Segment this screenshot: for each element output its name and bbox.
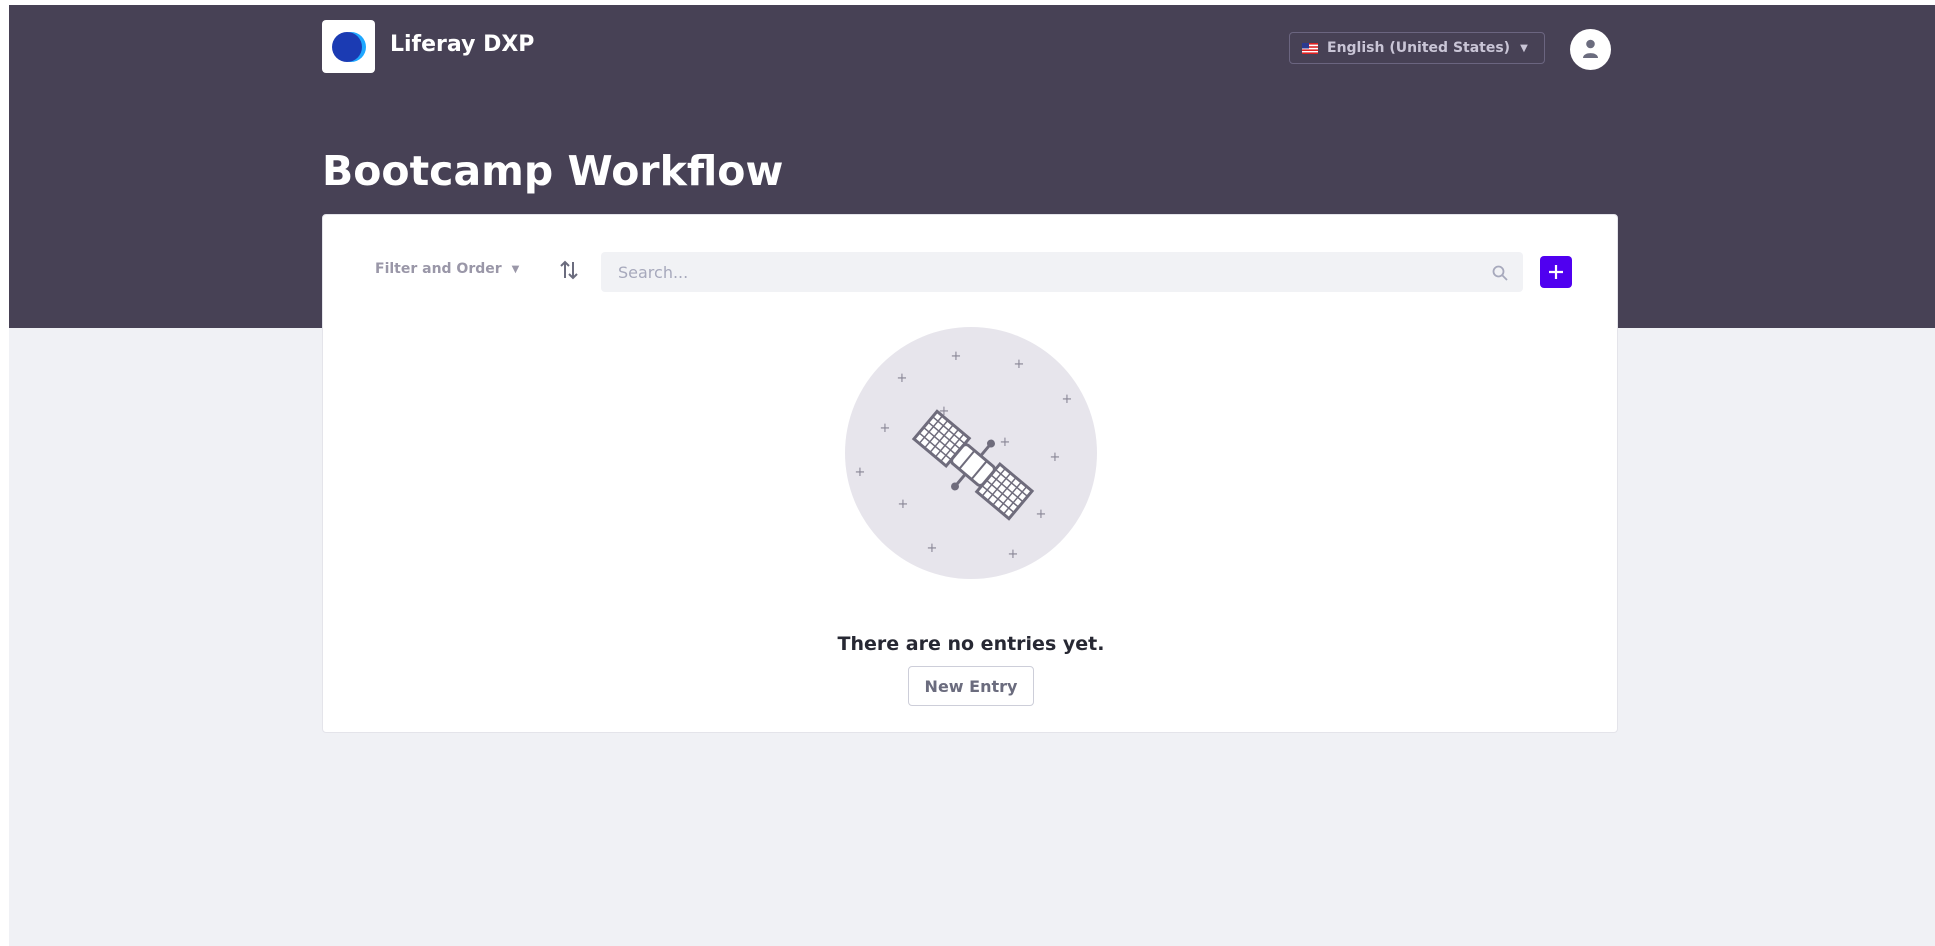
plus-icon [1549,265,1563,279]
language-label: English (United States) [1327,40,1511,56]
svg-text:+: + [1036,507,1047,522]
svg-text:+: + [927,541,938,556]
svg-text:+: + [897,371,908,386]
caret-down-icon: ▼ [1520,42,1528,54]
empty-state-message: There are no entries yet. [837,633,1105,655]
svg-text:+: + [951,349,962,364]
svg-text:+: + [1062,392,1073,407]
liferay-logo-icon [332,32,366,62]
new-entry-button[interactable]: New Entry [908,666,1034,706]
caret-down-icon: ▼ [511,263,520,275]
site-logo[interactable] [322,20,375,73]
page-title: Bootcamp Workflow [322,147,784,195]
language-selector[interactable]: English (United States) ▼ [1289,32,1545,64]
user-icon [1583,39,1598,58]
svg-text:+: + [1008,547,1019,562]
site-title[interactable]: Liferay DXP [390,32,534,57]
order-arrows-icon[interactable] [559,259,579,281]
search-icon[interactable] [1492,265,1508,281]
filter-and-order-dropdown[interactable]: Filter and Order ▼ [375,261,519,277]
add-entry-button[interactable] [1540,256,1572,288]
us-flag-icon [1302,42,1318,54]
page-frame: Liferay DXP English (United States) ▼ Bo… [9,5,1935,946]
svg-text:+: + [880,421,891,436]
user-avatar[interactable] [1570,29,1611,70]
entries-card: Filter and Order ▼ + + + + + + + + + + + + [322,214,1618,733]
svg-text:+: + [1000,435,1011,450]
satellite-illustration: +++ +++ +++ +++ + [845,327,1097,579]
filter-label: Filter and Order [375,261,502,277]
svg-text:+: + [1014,357,1025,372]
svg-text:+: + [855,465,866,480]
svg-text:+: + [898,497,909,512]
search-input[interactable] [601,252,1523,292]
svg-text:+: + [1050,450,1061,465]
